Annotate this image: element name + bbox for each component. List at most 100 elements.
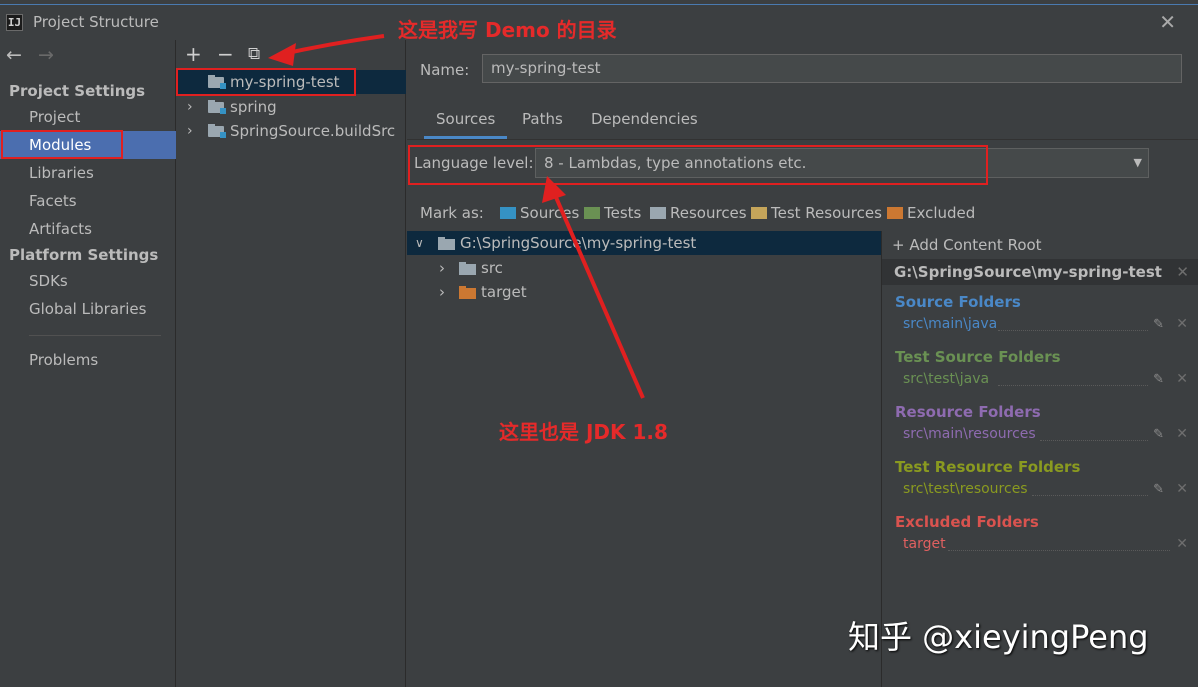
mark-tests-button[interactable]: Tests [584, 204, 641, 222]
edit-icon[interactable]: ✎ [1153, 317, 1164, 332]
chevron-right-icon[interactable]: › [439, 280, 445, 304]
chevron-right-icon[interactable]: › [187, 119, 193, 143]
mark-tests-label: Tests [604, 204, 642, 222]
content-root-header-path: G:\SpringSource\my-spring-test [894, 263, 1162, 281]
resource-folder-path: src\main\resources [903, 426, 1036, 442]
excluded-folder-icon [887, 207, 903, 219]
dotted-leader [998, 330, 1148, 331]
content-tree: ∨ G:\SpringSource\my-spring-test › src ›… [407, 231, 881, 687]
excluded-folder-path: target [903, 536, 946, 552]
tab-sources[interactable]: Sources [436, 110, 495, 128]
folder-row[interactable]: › src [407, 256, 881, 280]
copy-module-icon[interactable]: ⧉ [248, 44, 260, 64]
module-name-field[interactable]: my-spring-test [482, 54, 1182, 83]
mark-sources-label: Sources [520, 204, 580, 222]
remove-module-icon[interactable]: − [217, 42, 234, 66]
test-resource-folders-title: Test Resource Folders [895, 458, 1081, 476]
module-row[interactable]: › SpringSource.buildSrc [177, 119, 406, 143]
module-name: SpringSource.buildSrc [230, 122, 396, 140]
close-icon[interactable]: ✕ [1159, 10, 1176, 34]
forward-arrow-icon[interactable]: → [38, 44, 54, 66]
test-resource-folder-path: src\test\resources [903, 481, 1028, 497]
platform-settings-heading: Platform Settings [9, 246, 159, 264]
sidebar-item-artifacts[interactable]: Artifacts [29, 220, 92, 238]
tab-paths[interactable]: Paths [522, 110, 563, 128]
module-name: spring [230, 98, 277, 116]
test-source-folders-title: Test Source Folders [895, 348, 1061, 366]
content-root-header: G:\SpringSource\my-spring-test ✕ [882, 259, 1198, 285]
sidebar-item-problems[interactable]: Problems [29, 351, 98, 369]
content-root-row[interactable]: ∨ G:\SpringSource\my-spring-test [407, 231, 881, 255]
mark-as-label: Mark as: [420, 204, 484, 222]
nav-arrows: ← → [6, 44, 64, 66]
dropdown-arrow-icon: ▼ [1133, 156, 1142, 169]
content-root-path: G:\SpringSource\my-spring-test [460, 234, 697, 252]
tab-dependencies[interactable]: Dependencies [591, 110, 698, 128]
mark-resources-label: Resources [670, 204, 747, 222]
edit-icon[interactable]: ✎ [1153, 427, 1164, 442]
close-icon[interactable]: ✕ [1176, 371, 1188, 387]
source-folder-path: src\main\java [903, 316, 998, 332]
remove-root-icon[interactable]: ✕ [1176, 259, 1189, 285]
window-title: Project Structure [33, 13, 159, 31]
dotted-leader [998, 385, 1148, 386]
source-folders-title: Source Folders [895, 293, 1021, 311]
dotted-leader [1032, 495, 1148, 496]
annotation-box-modules [1, 130, 123, 159]
sidebar-item-sdks[interactable]: SDKs [29, 272, 68, 290]
back-arrow-icon[interactable]: ← [6, 44, 22, 66]
mark-test-resources-label: Test Resources [771, 204, 882, 222]
annotation-demo-directory: 这是我写 Demo 的目录 [398, 18, 617, 42]
test-resources-folder-icon [751, 207, 767, 219]
tab-divider [407, 139, 1198, 140]
sidebar-divider [29, 335, 161, 336]
resources-folder-icon [650, 207, 666, 219]
mark-excluded-label: Excluded [907, 204, 976, 222]
excluded-folders-title: Excluded Folders [895, 513, 1039, 531]
project-structure-dialog: IJ Project Structure ✕ ← → Project Setti… [0, 0, 1198, 687]
chevron-right-icon[interactable]: › [187, 95, 193, 119]
close-icon[interactable]: ✕ [1176, 481, 1188, 497]
close-icon[interactable]: ✕ [1176, 536, 1188, 552]
excluded-folder-icon [459, 286, 476, 299]
annotation-box-language-level [408, 145, 988, 185]
mark-test-resources-button[interactable]: Test Resources [751, 204, 882, 222]
folder-icon [459, 262, 476, 275]
chevron-right-icon[interactable]: › [439, 256, 445, 280]
mark-excluded-button[interactable]: Excluded [887, 204, 975, 222]
chevron-down-icon[interactable]: ∨ [415, 231, 424, 255]
dotted-leader [948, 550, 1170, 551]
annotation-box-module [176, 68, 356, 96]
close-icon[interactable]: ✕ [1176, 316, 1188, 332]
watermark: 知乎 @xieyingPeng [848, 618, 1149, 656]
module-detail-panel: Name: my-spring-test Sources Paths Depen… [407, 40, 1198, 687]
sources-folder-icon [500, 207, 516, 219]
mark-resources-button[interactable]: Resources [650, 204, 747, 222]
test-source-folder-path: src\test\java [903, 371, 990, 387]
sidebar-item-facets[interactable]: Facets [29, 192, 77, 210]
resource-folders-title: Resource Folders [895, 403, 1041, 421]
module-row[interactable]: › spring [177, 95, 406, 119]
sidebar-item-project[interactable]: Project [29, 108, 80, 126]
sidebar-item-libraries[interactable]: Libraries [29, 164, 94, 182]
folder-icon [438, 237, 455, 250]
module-folder-icon [208, 124, 226, 138]
add-content-root-button[interactable]: + Add Content Root [892, 236, 1042, 254]
sidebar-item-global-libraries[interactable]: Global Libraries [29, 300, 146, 318]
mark-sources-button[interactable]: Sources [500, 204, 579, 222]
tests-folder-icon [584, 207, 600, 219]
folder-name: src [481, 259, 503, 277]
dotted-leader [1040, 440, 1148, 441]
modules-panel: + − ⧉ my-spring-test › spring › SpringSo… [177, 40, 406, 687]
annotation-jdk-note: 这里也是 JDK 1.8 [499, 420, 668, 444]
close-icon[interactable]: ✕ [1176, 426, 1188, 442]
folder-name: target [481, 283, 527, 301]
intellij-icon: IJ [6, 14, 23, 31]
add-module-icon[interactable]: + [185, 42, 202, 66]
module-folder-icon [208, 100, 226, 114]
edit-icon[interactable]: ✎ [1153, 482, 1164, 497]
folder-row[interactable]: › target [407, 280, 881, 304]
project-settings-heading: Project Settings [9, 82, 146, 100]
name-label: Name: [420, 61, 470, 79]
edit-icon[interactable]: ✎ [1153, 372, 1164, 387]
